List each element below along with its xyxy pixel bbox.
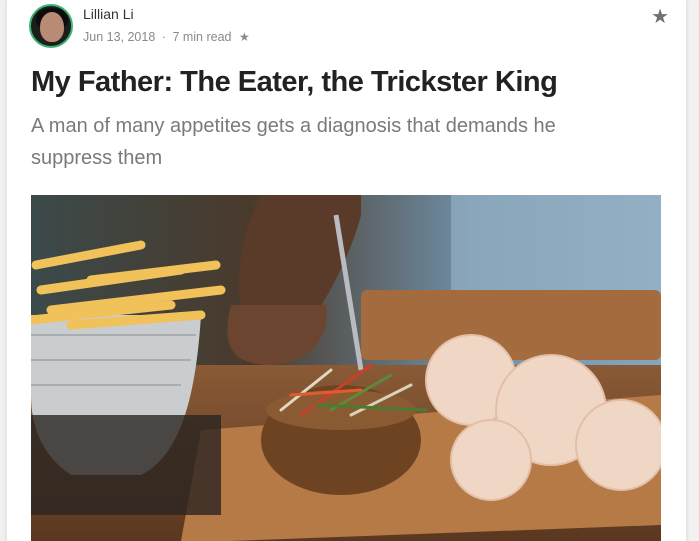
story-title[interactable]: My Father: The Eater, the Trickster King — [31, 66, 558, 99]
story-subtitle: A man of many appetites gets a diagnosis… — [31, 115, 556, 169]
hero-image[interactable] — [31, 195, 661, 541]
bookmark-star-icon[interactable]: ★ — [651, 4, 669, 29]
hero-photo-illustration — [31, 195, 661, 541]
story-card[interactable]: Lillian Li Jun 13, 2018 · 7 min read ★ ★… — [6, 0, 687, 541]
author-header: Lillian Li Jun 13, 2018 · 7 min read ★ ★ — [29, 4, 669, 52]
meta-separator: · — [161, 30, 166, 44]
author-name[interactable]: Lillian Li — [83, 6, 134, 22]
member-star-icon: ★ — [238, 30, 250, 44]
avatar-face — [40, 12, 64, 42]
avatar[interactable] — [29, 4, 73, 48]
read-time: 7 min read — [172, 30, 232, 44]
story-meta: Jun 13, 2018 · 7 min read ★ — [83, 30, 250, 44]
publish-date: Jun 13, 2018 — [83, 30, 156, 44]
